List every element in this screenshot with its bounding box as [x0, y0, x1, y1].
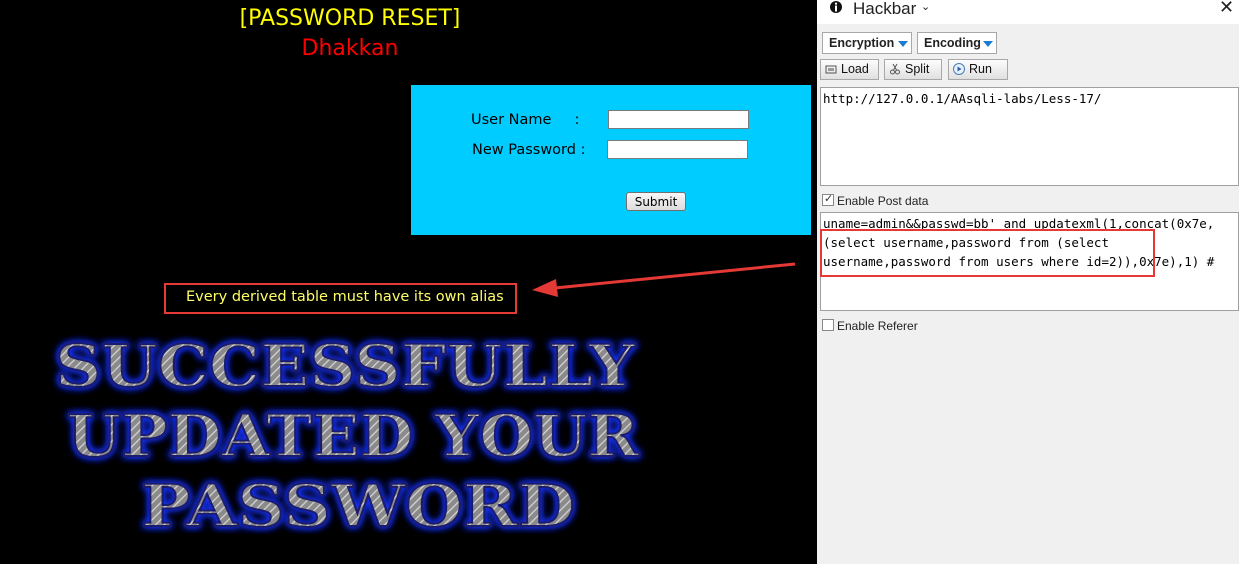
success-line-2: UPDATED YOUR	[67, 402, 640, 470]
sqli-labs-page: [PASSWORD RESET] Dhakkan User Name : New…	[0, 0, 817, 564]
dropdown-arrow-icon	[983, 41, 993, 47]
info-icon	[830, 0, 846, 16]
error-message: Every derived table must have its own al…	[186, 289, 504, 305]
split-icon	[889, 63, 901, 75]
submit-button[interactable]: Submit	[626, 192, 686, 211]
enable-post-checkbox[interactable]: ✓	[822, 193, 834, 206]
new-password-label: New Password :	[472, 142, 586, 158]
run-icon	[953, 63, 965, 75]
dropdown-arrow-icon	[898, 41, 908, 47]
encryption-dropdown-label: Encryption	[829, 36, 895, 50]
success-line-3: PASSWORD	[141, 472, 575, 534]
page-title: [PASSWORD RESET]	[239, 6, 461, 31]
username-input[interactable]	[608, 110, 749, 129]
success-line-1: SUCCESSFULLY	[55, 334, 636, 400]
run-button[interactable]: Run	[948, 59, 1008, 80]
hackbar-panel: Hackbar ⌄ ✕ Encryption Encoding Load Spl…	[817, 0, 1239, 564]
load-icon	[825, 63, 837, 75]
enable-referer-label: Enable Referer	[837, 319, 918, 333]
username-label: User Name :	[471, 112, 580, 128]
encryption-dropdown[interactable]: Encryption	[822, 32, 912, 54]
password-reset-form: User Name : New Password : Submit	[411, 85, 811, 235]
encoding-dropdown-label: Encoding	[924, 36, 981, 50]
success-banner: SUCCESSFULLY UPDATED YOUR PASSWORD	[54, 334, 641, 534]
url-textarea[interactable]: http://127.0.0.1/AAsqli-labs/Less-17/	[820, 87, 1239, 186]
load-button-label: Load	[841, 62, 869, 76]
run-button-label: Run	[969, 62, 992, 76]
chevron-down-icon[interactable]: ⌄	[921, 0, 930, 13]
page-subtitle: Dhakkan	[301, 36, 399, 61]
split-button-label: Split	[905, 62, 930, 76]
enable-referer-checkbox[interactable]	[822, 319, 834, 331]
enable-post-label: Enable Post data	[837, 194, 929, 208]
error-annotation-box: Every derived table must have its own al…	[164, 283, 517, 314]
close-icon[interactable]: ✕	[1219, 0, 1234, 18]
hackbar-header: Hackbar ⌄ ✕	[817, 0, 1239, 24]
new-password-input[interactable]	[607, 140, 748, 159]
payload-highlight-box	[820, 229, 1155, 277]
load-url-button[interactable]: Load	[820, 59, 879, 80]
hackbar-title[interactable]: Hackbar	[853, 0, 916, 19]
encoding-dropdown[interactable]: Encoding	[917, 32, 997, 54]
checkmark-icon: ✓	[824, 193, 834, 205]
split-url-button[interactable]: Split	[884, 59, 942, 80]
